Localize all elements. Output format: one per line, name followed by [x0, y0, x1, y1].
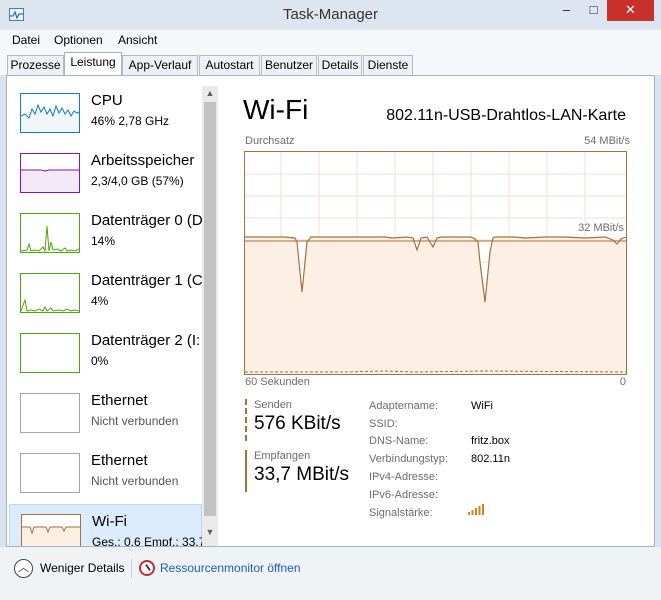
memory-thumbnail-graph [20, 153, 80, 193]
graph-max-label: 54 MBit/s [584, 135, 630, 147]
detail-panel: Wi-Fi 802.11n-USB-Drahtlos-LAN-Karte Dur… [243, 76, 638, 546]
tab-benutzer[interactable]: Benutzer [261, 55, 317, 75]
menu-datei[interactable]: Datei [12, 33, 40, 47]
info-label-ipv6: IPv6-Adresse: [369, 489, 439, 501]
adapter-name: 802.11n-USB-Drahtlos-LAN-Karte [386, 107, 626, 124]
tab-dienste[interactable]: Dienste [363, 55, 413, 75]
receive-label: Empfangen [254, 450, 311, 462]
resource-monitor-link[interactable]: Ressourcenmonitor öffnen [160, 561, 301, 575]
resource-name: Ethernet [91, 452, 148, 469]
footer-divider [131, 559, 132, 578]
performance-panel: CPU 46% 2,78 GHz Arbeitsspeicher 2,3/4,0… [6, 75, 655, 547]
ethernet-2-thumbnail-graph [20, 453, 80, 493]
graph-scale-marker: 32 MBit/s [578, 222, 624, 234]
tab-details[interactable]: Details [318, 55, 362, 75]
resource-item-ethernet-2[interactable]: Ethernet Nicht verbunden [9, 444, 202, 502]
scrollbar-thumb[interactable] [204, 102, 216, 516]
tab-leistung[interactable]: Leistung [64, 52, 122, 76]
resource-item-memory[interactable]: Arbeitsspeicher 2,3/4,0 GB (57%) [9, 144, 202, 202]
tab-bar: Prozesse Leistung App-Verlauf Autostart … [0, 51, 661, 76]
fewer-details-button[interactable]: Weniger Details [40, 561, 124, 575]
resource-name: Datenträger 0 (D: [91, 212, 207, 229]
resource-item-disk-0[interactable]: Datenträger 0 (D: 14% [9, 204, 207, 262]
resource-name: Datenträger 1 (C: [91, 272, 207, 289]
resource-item-disk-2[interactable]: Datenträger 2 (I: 0% [9, 324, 202, 382]
resource-detail: 4% [91, 294, 109, 308]
info-label-signal: Signalstärke: [369, 507, 433, 519]
scroll-up-arrow-icon[interactable]: ▲ [202, 88, 218, 100]
resource-detail: 0% [91, 354, 109, 368]
disk-2-thumbnail-graph [20, 333, 80, 373]
minimize-button[interactable]: – [553, 0, 580, 21]
footer-bar: ︿ Weniger Details Ressourcenmonitor öffn… [0, 547, 661, 600]
wifi-thumbnail-graph [21, 514, 81, 546]
resource-detail: Nicht verbunden [91, 474, 179, 488]
disk-1-thumbnail-graph [20, 273, 80, 313]
receive-value: 33,7 MBit/s [254, 464, 350, 485]
menu-ansicht[interactable]: Ansicht [118, 33, 157, 47]
info-label-ssid: SSID: [369, 418, 398, 430]
info-label-ipv4: IPv4-Adresse: [369, 471, 439, 483]
resource-item-ethernet-1[interactable]: Ethernet Nicht verbunden [9, 384, 202, 442]
graph-title: Durchsatz [245, 135, 295, 147]
info-value-connection-type: 802.11n [471, 453, 510, 465]
resource-name: Arbeitsspeicher [91, 152, 195, 169]
page-title: Wi-Fi [243, 94, 309, 125]
send-label: Senden [254, 399, 292, 411]
send-stat: Senden 576 KBit/s [245, 399, 355, 441]
resource-name: Wi-Fi [92, 513, 127, 530]
resource-detail: 14% [91, 234, 116, 248]
tab-autostart[interactable]: Autostart [199, 55, 260, 75]
maximize-button[interactable]: □ [580, 0, 607, 21]
tab-app-verlauf[interactable]: App-Verlauf [122, 55, 198, 75]
title-bar[interactable]: Task-Manager – □ ✕ [0, 0, 661, 30]
throughput-graph: 32 MBit/s [244, 151, 627, 375]
menu-bar: Datei Optionen Ansicht [0, 30, 661, 51]
graph-time-label: 60 Sekunden [245, 376, 310, 388]
resource-list-scrollbar[interactable]: ▲ ▼ [202, 86, 218, 546]
resource-name: CPU [91, 92, 123, 109]
resource-monitor-icon[interactable] [139, 560, 155, 576]
close-button[interactable]: ✕ [607, 0, 654, 21]
resource-list[interactable]: CPU 46% 2,78 GHz Arbeitsspeicher 2,3/4,0… [9, 84, 214, 546]
resource-detail: Ges.: 0,6 Empf.: 33,7 [92, 535, 206, 546]
resource-detail: 46% 2,78 GHz [91, 114, 170, 128]
resource-item-wifi[interactable]: Wi-Fi Ges.: 0,6 Empf.: 33,7 [9, 504, 206, 546]
tab-prozesse[interactable]: Prozesse [7, 55, 64, 75]
resource-detail: Nicht verbunden [91, 414, 179, 428]
disk-0-thumbnail-graph [20, 213, 80, 253]
info-value-dns: fritz.box [471, 435, 510, 447]
graph-zero-label: 0 [619, 376, 626, 388]
info-label-dns: DNS-Name: [369, 435, 429, 447]
collapse-up-icon[interactable]: ︿ [14, 559, 33, 578]
scroll-down-arrow-icon[interactable]: ▼ [202, 527, 218, 539]
info-value-adapter: WiFi [471, 400, 493, 412]
signal-strength-icon [468, 502, 486, 515]
ethernet-1-thumbnail-graph [20, 393, 80, 433]
send-value: 576 KBit/s [254, 413, 341, 434]
info-label-adapter: Adaptername: [369, 400, 439, 412]
resource-item-disk-1[interactable]: Datenträger 1 (C: 4% [9, 264, 207, 322]
resource-name: Datenträger 2 (I: [91, 332, 201, 349]
menu-optionen[interactable]: Optionen [54, 33, 103, 47]
resource-detail: 2,3/4,0 GB (57%) [91, 174, 184, 188]
cpu-thumbnail-graph [20, 93, 80, 133]
receive-stat: Empfangen 33,7 MBit/s [245, 450, 355, 492]
info-label-connection-type: Verbindungstyp: [369, 453, 448, 465]
resource-name: Ethernet [91, 392, 148, 409]
resource-item-cpu[interactable]: CPU 46% 2,78 GHz [9, 84, 202, 142]
